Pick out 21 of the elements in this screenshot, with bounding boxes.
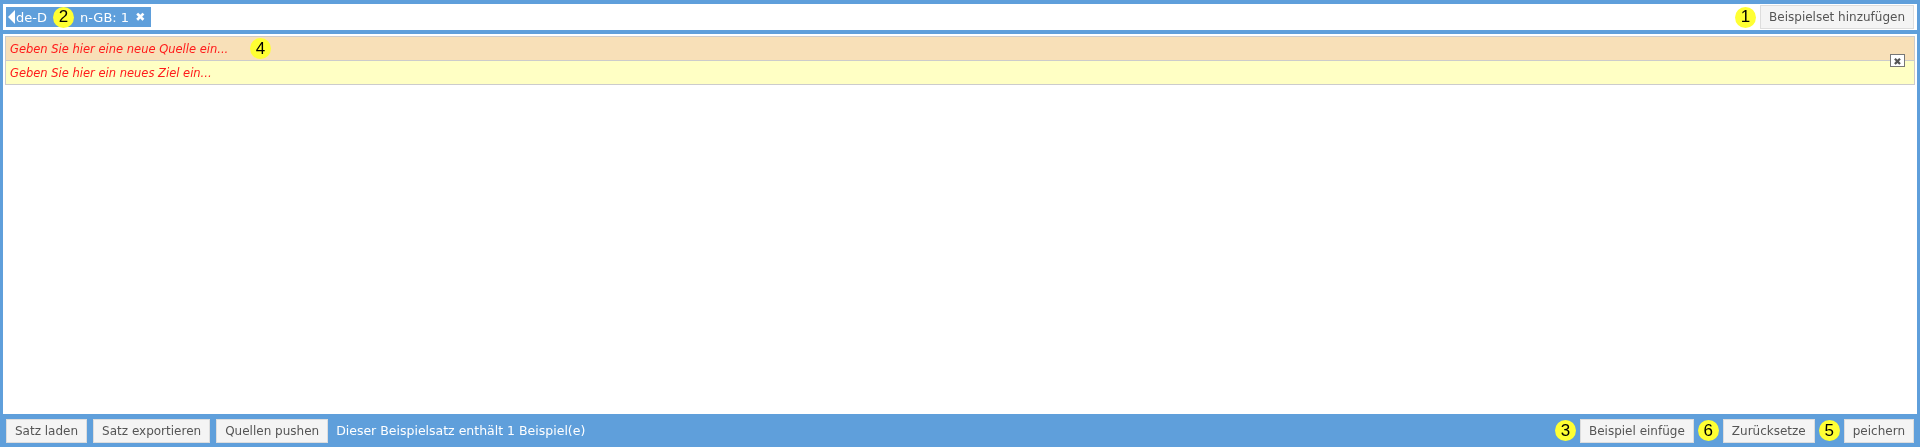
- back-arrow-icon: [8, 10, 15, 24]
- toolbar-button[interactable]: Beispiel einfüge: [1579, 418, 1694, 443]
- status-text: Dieser Beispielsatz enthält 1 Beispiel(e): [336, 423, 586, 438]
- toolbar-button[interactable]: Zurücksetze: [1722, 418, 1815, 443]
- toolbar-button[interactable]: Quellen pushen: [216, 418, 329, 443]
- callout-marker: 4: [250, 38, 271, 59]
- tag-label: n-GB: 1: [79, 9, 130, 25]
- callout-marker: 6: [1697, 420, 1719, 441]
- toolbar-button[interactable]: Satz exportieren: [93, 418, 211, 443]
- tag-label: de-D: [16, 9, 47, 25]
- callout-marker: 5: [1818, 420, 1840, 441]
- remove-button[interactable]: ✖: [1890, 54, 1905, 67]
- language-tag[interactable]: de-D 2 n-GB: 1 ✖: [6, 7, 152, 27]
- callout-marker: 1: [1735, 6, 1757, 28]
- callout-marker: 2: [52, 6, 74, 28]
- callout-marker: 3: [1554, 420, 1576, 441]
- add-set-button[interactable]: Beispielset hinzufügen: [1760, 5, 1914, 29]
- toolbar-button[interactable]: peichern: [1843, 418, 1914, 443]
- source-field[interactable]: Geben Sie hier eine neue Quelle ein...: [10, 41, 246, 56]
- target-field[interactable]: Geben Sie hier ein neues Ziel ein...: [10, 65, 246, 80]
- toolbar-button[interactable]: Satz laden: [6, 418, 88, 443]
